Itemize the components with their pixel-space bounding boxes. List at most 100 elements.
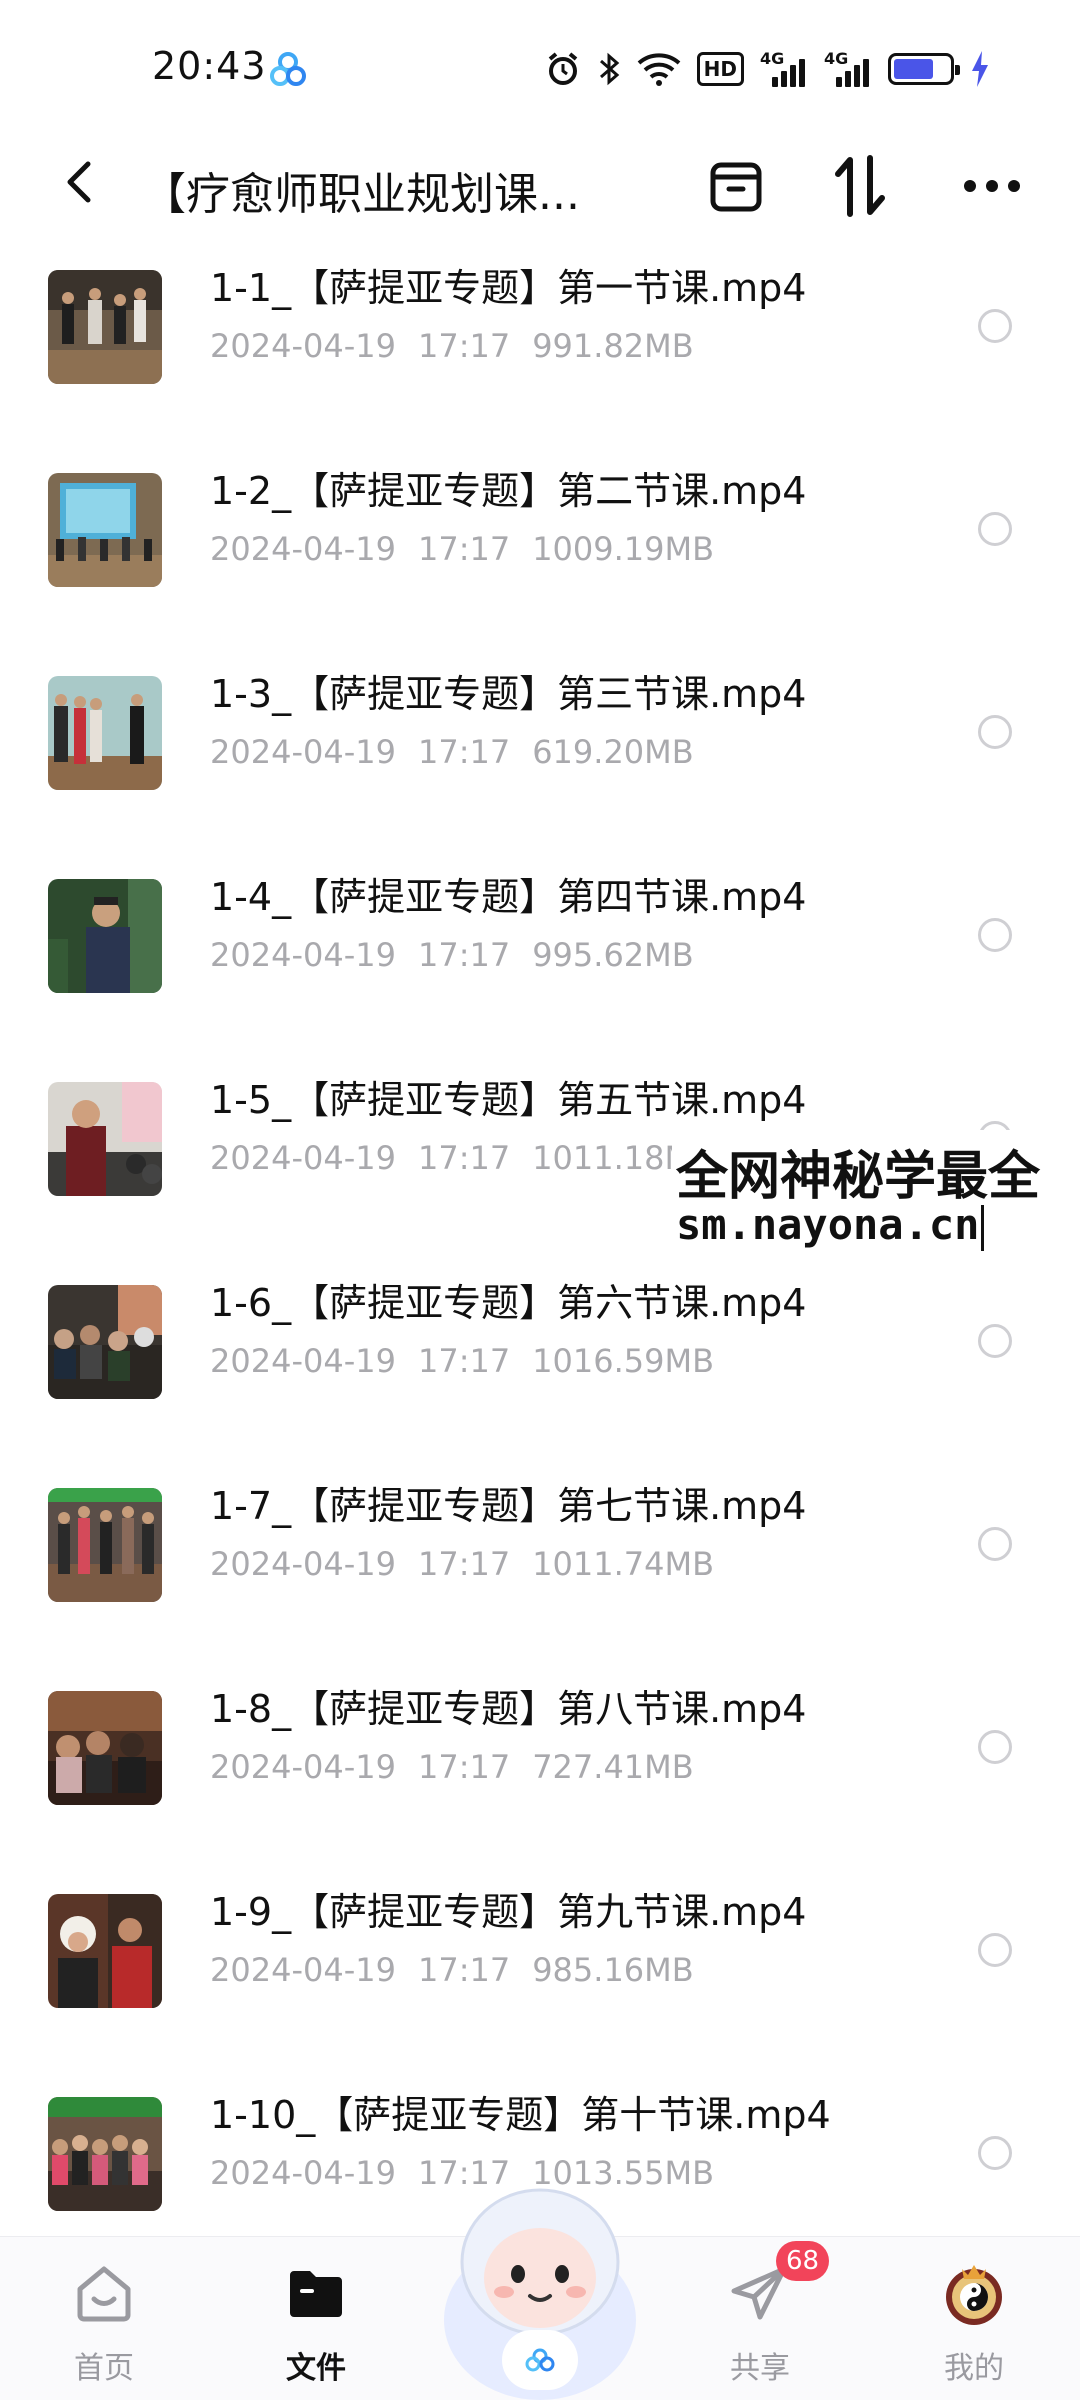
file-date: 2024-04-19 <box>210 936 396 974</box>
status-time: 20:43 <box>152 44 267 88</box>
file-size: 1009.19MB <box>532 530 715 568</box>
battery-level-fill <box>894 59 933 79</box>
file-name: 1-1_【萨提亚专题】第一节课.mp4 <box>210 266 807 310</box>
nav-tab-files[interactable]: 文件 <box>246 2237 386 2400</box>
file-size: 991.82MB <box>532 327 694 365</box>
wifi-icon <box>637 49 681 89</box>
bluetooth-icon <box>597 49 621 89</box>
select-radio[interactable] <box>978 1527 1012 1561</box>
file-meta: 2024-04-19 17:17 727.41MB <box>210 1748 716 1786</box>
list-item[interactable]: 1-9_【萨提亚专题】第九节课.mp4 2024-04-19 17:17 985.1… <box>0 1881 1080 2084</box>
file-time: 17:17 <box>417 530 511 568</box>
file-time: 17:17 <box>417 1139 511 1177</box>
file-meta: 2024-04-19 17:17 995.62MB <box>210 936 716 974</box>
list-item[interactable]: 1-4_【萨提亚专题】第四节课.mp4 2024-04-19 17:17 995.6… <box>0 866 1080 1069</box>
avatar-icon <box>938 2257 1010 2329</box>
select-radio[interactable] <box>978 1324 1012 1358</box>
video-thumbnail <box>48 1082 162 1196</box>
file-time: 17:17 <box>417 1951 511 1989</box>
file-name: 1-2_【萨提亚专题】第二节课.mp4 <box>210 469 807 513</box>
select-radio[interactable] <box>978 1730 1012 1764</box>
header-bar: 【疗愈师职业规划课... <box>0 130 1080 242</box>
back-arrow-icon <box>67 161 91 203</box>
watermark-line-1: 全网神秘学最全 <box>676 1147 1041 1207</box>
page-title: 【疗愈师职业规划课... <box>142 169 580 220</box>
select-radio[interactable] <box>978 2136 1012 2170</box>
select-radio[interactable] <box>978 715 1012 749</box>
file-meta: 2024-04-19 17:17 991.82MB <box>210 327 716 365</box>
nav-label-me: 我的 <box>944 2351 1004 2386</box>
nav-tab-home[interactable]: 首页 <box>34 2237 174 2400</box>
file-date: 2024-04-19 <box>210 530 396 568</box>
charging-bolt-icon <box>972 51 988 87</box>
select-radio[interactable] <box>978 309 1012 343</box>
file-size: 995.62MB <box>532 936 694 974</box>
file-meta: 2024-04-19 17:17 1011.18MB <box>210 1139 736 1177</box>
select-radio[interactable] <box>978 512 1012 546</box>
file-date: 2024-04-19 <box>210 1139 396 1177</box>
file-date: 2024-04-19 <box>210 733 396 771</box>
sort-icon <box>835 155 885 217</box>
status-bar: 20:43 HD 4G 4G <box>0 0 1080 130</box>
video-thumbnail <box>48 1488 162 1602</box>
archive-box-icon <box>710 162 762 212</box>
more-button[interactable] <box>956 150 1028 222</box>
cellular-signal-2-icon: 4G <box>824 49 872 89</box>
file-name: 1-8_【萨提亚专题】第八节课.mp4 <box>210 1687 807 1731</box>
file-size: 727.41MB <box>532 1748 694 1786</box>
cellular-signal-1-icon: 4G <box>760 49 808 89</box>
file-time: 17:17 <box>417 327 511 365</box>
nav-tab-share[interactable]: 68 共享 <box>690 2237 830 2400</box>
select-radio[interactable] <box>978 918 1012 952</box>
file-size: 1011.74MB <box>532 1545 715 1583</box>
video-thumbnail <box>48 879 162 993</box>
file-name: 1-4_【萨提亚专题】第四节课.mp4 <box>210 875 807 919</box>
file-name: 1-9_【萨提亚专题】第九节课.mp4 <box>210 1890 807 1934</box>
list-item[interactable]: 1-3_【萨提亚专题】第三节课.mp4 2024-04-19 17:17 619.2… <box>0 663 1080 866</box>
list-item[interactable]: 1-8_【萨提亚专题】第八节课.mp4 2024-04-19 17:17 727.4… <box>0 1678 1080 1881</box>
file-date: 2024-04-19 <box>210 1748 396 1786</box>
list-item[interactable]: 1-2_【萨提亚专题】第二节课.mp4 2024-04-19 17:17 1009.… <box>0 460 1080 663</box>
file-meta: 2024-04-19 17:17 1009.19MB <box>210 530 736 568</box>
nav-label-files: 文件 <box>286 2351 346 2386</box>
list-item[interactable]: 1-7_【萨提亚专题】第七节课.mp4 2024-04-19 17:17 1011.… <box>0 1475 1080 1678</box>
file-date: 2024-04-19 <box>210 1342 396 1380</box>
file-meta: 2024-04-19 17:17 985.16MB <box>210 1951 716 1989</box>
file-time: 17:17 <box>417 1342 511 1380</box>
watermark-line-2: sm.nayona.cn <box>676 1200 985 1251</box>
file-name: 1-10_【萨提亚专题】第十节课.mp4 <box>210 2093 831 2137</box>
archive-button[interactable] <box>700 150 772 222</box>
hd-voice-badge: HD <box>696 52 744 86</box>
file-name: 1-7_【萨提亚专题】第七节课.mp4 <box>210 1484 807 1528</box>
file-name: 1-3_【萨提亚专题】第三节课.mp4 <box>210 672 807 716</box>
battery-icon <box>888 53 960 85</box>
folder-icon <box>280 2257 352 2329</box>
file-date: 2024-04-19 <box>210 327 396 365</box>
nav-label-share: 共享 <box>730 2351 790 2386</box>
back-button[interactable] <box>48 150 112 214</box>
text-caret <box>981 1204 985 1251</box>
file-date: 2024-04-19 <box>210 2154 396 2192</box>
baidu-netdisk-status-icon <box>270 52 306 86</box>
video-thumbnail <box>48 1691 162 1805</box>
alarm-icon <box>545 49 581 89</box>
file-size: 619.20MB <box>532 733 694 771</box>
video-thumbnail <box>48 473 162 587</box>
file-meta: 2024-04-19 17:17 1011.74MB <box>210 1545 736 1583</box>
assistant-mascot-button[interactable] <box>432 2170 648 2400</box>
nav-tab-me[interactable]: 我的 <box>904 2237 1044 2400</box>
sort-button[interactable] <box>824 150 896 222</box>
list-item[interactable]: 1-1_【萨提亚专题】第一节课.mp4 2024-04-19 17:17 991.8… <box>0 257 1080 460</box>
watermark-overlay: 全网神秘学最全 sm.nayona.cn <box>672 1130 1080 1258</box>
list-item[interactable]: 1-6_【萨提亚专题】第六节课.mp4 2024-04-19 17:17 1016.… <box>0 1272 1080 1475</box>
file-size: 1016.59MB <box>532 1342 715 1380</box>
video-thumbnail <box>48 1894 162 2008</box>
file-time: 17:17 <box>417 936 511 974</box>
select-radio[interactable] <box>978 1933 1012 1967</box>
file-time: 17:17 <box>417 1748 511 1786</box>
file-date: 2024-04-19 <box>210 1545 396 1583</box>
watermark-url: sm.nayona.cn <box>676 1200 980 1249</box>
file-name: 1-5_【萨提亚专题】第五节课.mp4 <box>210 1078 807 1122</box>
more-dots-icon <box>964 180 1020 192</box>
video-thumbnail <box>48 2097 162 2211</box>
